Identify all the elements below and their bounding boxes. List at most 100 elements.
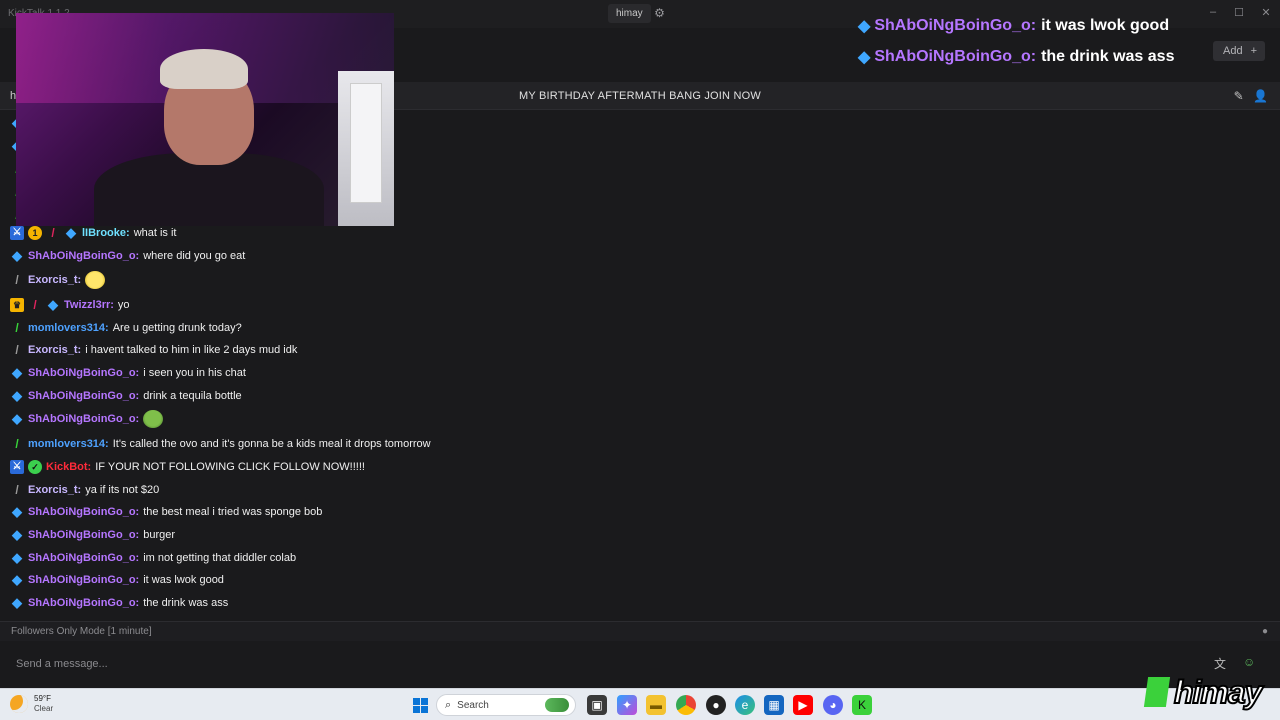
sword-badge-icon: / [15, 273, 19, 287]
webcam-streamer-cap [160, 49, 248, 89]
chat-text: burger [143, 529, 176, 541]
sword-badge-icon: / [15, 483, 19, 497]
chat-username[interactable]: ShAbOiNgBoinGo_o: [28, 549, 139, 567]
chat-text: it was lwok good [143, 574, 224, 586]
message-input[interactable] [8, 649, 1194, 679]
chrome-icon[interactable] [676, 695, 696, 715]
verified-bot-icon: ✓ [28, 460, 42, 474]
close-icon[interactable]: ✕ [1259, 6, 1273, 19]
chat-text: where did you go eat [143, 250, 246, 262]
chat-username[interactable]: Twizzl3rr: [64, 296, 114, 314]
crown-badge-icon: ♛ [10, 298, 24, 312]
windows-taskbar: 59°F Clear ⌕ Search ▣ ✦ ▬ ● e ▦ ▶ ◕ K [0, 688, 1280, 720]
chat-username[interactable]: lIBrooke: [82, 224, 130, 242]
gear-icon[interactable]: ⚙ [650, 4, 669, 23]
copilot-icon[interactable]: ✦ [617, 695, 637, 715]
pepe-emote-icon [143, 410, 164, 428]
task-view-icon[interactable]: ▣ [587, 695, 607, 715]
discord-icon[interactable]: ◕ [823, 695, 843, 715]
weather-temperature: 59°F [34, 694, 51, 703]
cube-icon: ◆ [48, 297, 58, 312]
moderator-badge-icon: ⚔ [10, 226, 24, 240]
overlay-username: ShAbOiNgBoinGo_o: [874, 17, 1037, 34]
chat-username[interactable]: momlovers314: [28, 435, 109, 453]
chat-username[interactable]: KickBot: [46, 458, 91, 476]
user-icon[interactable]: 👤 [1253, 89, 1268, 103]
cube-icon: ◆ [12, 572, 22, 587]
green-sword-badge-icon: / [15, 437, 19, 451]
translate-icon[interactable]: 文 [1214, 655, 1226, 672]
overlay-chat-line: ◆ ShAbOiNgBoinGo_o: the drink was ass [858, 47, 1174, 67]
overlay-text: it was lwok good [1041, 17, 1170, 34]
cube-icon: ◆ [12, 365, 22, 380]
chat-username[interactable]: ShAbOiNgBoinGo_o: [28, 387, 139, 405]
chat-username[interactable]: ShAbOiNgBoinGo_o: [28, 594, 139, 612]
chat-message: ⚔ ✓ KickBot: IF YOUR NOT FOLLOWING CLICK… [10, 457, 365, 477]
cube-icon: ◆ [858, 18, 871, 35]
moon-icon [10, 695, 28, 713]
chat-text: the drink was ass [143, 597, 229, 609]
cube-icon: ◆ [12, 595, 22, 610]
plus-icon: + [1250, 45, 1257, 57]
cube-icon: ◆ [12, 527, 22, 542]
chat-message: / Exorcis_t: i havent talked to him in l… [10, 340, 297, 360]
chat-username[interactable]: ShAbOiNgBoinGo_o: [28, 410, 139, 428]
chat-text: It's called the ovo and it's gonna be a … [112, 438, 431, 450]
chat-text: IF YOUR NOT FOLLOWING CLICK FOLLOW NOW!!… [95, 461, 365, 473]
channel-tab-himay[interactable]: himay [608, 4, 651, 23]
chat-message: / momlovers314: Are u getting drunk toda… [10, 318, 241, 338]
youtube-icon[interactable]: ▶ [793, 695, 813, 715]
chat-message: ◆ ShAbOiNgBoinGo_o: where did you go eat [10, 246, 245, 266]
weather-widget[interactable]: 59°F Clear [10, 694, 53, 714]
obs-icon[interactable]: ● [706, 695, 726, 715]
cube-icon: ◆ [858, 49, 871, 66]
logo-text: himay [1173, 673, 1264, 711]
chat-username[interactable]: Exorcis_t: [28, 481, 81, 499]
search-highlight-icon [545, 698, 569, 712]
cube-icon: ◆ [12, 411, 22, 426]
chat-username[interactable]: ShAbOiNgBoinGo_o: [28, 503, 139, 521]
webcam-feed [16, 13, 394, 226]
chat-username[interactable]: ShAbOiNgBoinGo_o: [28, 247, 139, 265]
overlay-username: ShAbOiNgBoinGo_o: [874, 48, 1037, 65]
add-label: Add [1223, 45, 1243, 57]
taskbar-search[interactable]: ⌕ Search [436, 694, 576, 716]
cube-icon: ◆ [12, 504, 22, 519]
header-icons: ✎ 👤 [1228, 89, 1268, 103]
minimize-icon[interactable]: – [1206, 6, 1220, 18]
pencil-icon[interactable]: ✎ [1234, 89, 1244, 103]
chat-message: ◆ ShAbOiNgBoinGo_o: [10, 409, 164, 429]
chat-username[interactable]: ShAbOiNgBoinGo_o: [28, 571, 139, 589]
chat-message: ◆ ShAbOiNgBoinGo_o: drink a tequila bott… [10, 386, 242, 406]
cube-icon: ◆ [12, 550, 22, 565]
chat-username[interactable]: momlovers314: [28, 319, 109, 337]
maximize-icon[interactable]: ☐ [1232, 6, 1246, 19]
emote-icon[interactable]: ☺ [1243, 655, 1255, 669]
info-icon[interactable]: ● [1262, 626, 1268, 637]
gift-badge-icon: / [33, 298, 37, 312]
webcam-pc-panel [350, 83, 382, 203]
chat-text: what is it [133, 227, 177, 239]
windows-start-icon[interactable] [410, 695, 430, 715]
message-input-area: 文 ☺ [0, 641, 1280, 688]
chat-message: ◆ ShAbOiNgBoinGo_o: burger [10, 525, 175, 545]
chat-username[interactable]: ShAbOiNgBoinGo_o: [28, 526, 139, 544]
chat-message: ◆ ShAbOiNgBoinGo_o: the drink was ass [10, 593, 228, 613]
chat-username[interactable]: ShAbOiNgBoinGo_o: [28, 364, 139, 382]
search-label: Search [457, 699, 489, 711]
moderator-badge-icon: ⚔ [10, 460, 24, 474]
cube-icon: ◆ [12, 388, 22, 403]
store-icon[interactable]: ▦ [764, 695, 784, 715]
cube-icon: ◆ [12, 248, 22, 263]
chat-username[interactable]: Exorcis_t: [28, 341, 81, 359]
chat-text: i havent talked to him in like 2 days mu… [85, 344, 298, 356]
add-channel-button[interactable]: Add + [1213, 41, 1265, 61]
chat-username[interactable]: Exorcis_t: [28, 271, 81, 289]
file-explorer-icon[interactable]: ▬ [646, 695, 666, 715]
chat-message: ◆ ShAbOiNgBoinGo_o: i seen you in his ch… [10, 363, 246, 383]
chat-message: ◆ ShAbOiNgBoinGo_o: im not getting that … [10, 548, 296, 568]
edge-icon[interactable]: e [735, 695, 755, 715]
chat-text: yo [117, 299, 130, 311]
kicktalk-icon[interactable]: K [852, 695, 872, 715]
cube-icon: ◆ [66, 225, 76, 240]
